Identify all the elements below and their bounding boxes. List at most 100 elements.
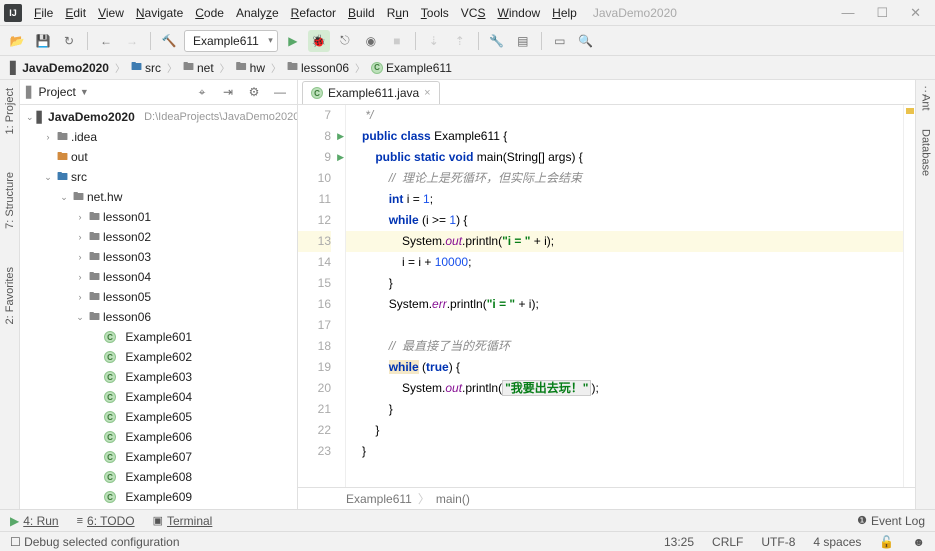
reload-icon[interactable]: ↻	[58, 30, 80, 52]
menu-tools[interactable]: Tools	[415, 4, 455, 22]
tool-project[interactable]: 1: Project	[4, 84, 16, 138]
project-icon: ▋	[26, 86, 34, 99]
tool-ant[interactable]: Ant	[920, 90, 932, 115]
tree-ex608[interactable]: C Example608	[20, 467, 297, 487]
editor-tab-example611[interactable]: C Example611.java ×	[302, 81, 440, 104]
tool-terminal[interactable]: ▣ Terminal	[153, 514, 213, 528]
app-logo: IJ	[4, 4, 22, 22]
tree-lesson01[interactable]: ›🖿lesson01	[20, 207, 297, 227]
tool-favorites[interactable]: 2: Favorites	[4, 263, 16, 328]
maximize-button[interactable]: ☐	[876, 5, 888, 21]
tool-database[interactable]: Database	[920, 125, 932, 180]
status-indent[interactable]: 4 spaces	[813, 535, 861, 549]
tree-ex604[interactable]: C Example604	[20, 387, 297, 407]
bc-lesson06[interactable]: 🖿lesson06	[283, 57, 353, 78]
tool-todo[interactable]: ≡ 6: TODO	[77, 514, 135, 528]
run-icon[interactable]: ▶	[282, 30, 304, 52]
tree-src[interactable]: ⌄🖿src	[20, 167, 297, 187]
project-view-caret[interactable]: ▼	[80, 87, 89, 97]
project-panel: ▋ Project ▼ ⌖ ⇥ ⚙ — ⌄▋JavaDemo2020 D:\Id…	[20, 80, 298, 509]
tree-lesson05[interactable]: ›🖿lesson05	[20, 287, 297, 307]
bc-src[interactable]: 🖿src	[127, 57, 165, 78]
tree-pkg[interactable]: ⌄🖿net.hw	[20, 187, 297, 207]
class-icon: C	[311, 87, 323, 99]
run-anything-icon[interactable]: ▭	[549, 30, 571, 52]
status-caret-pos[interactable]: 13:25	[664, 535, 694, 549]
tree-idea[interactable]: ›🖿.idea	[20, 127, 297, 147]
vcs-update-icon[interactable]: ⇣	[423, 30, 445, 52]
menu-vcs[interactable]: VCS	[455, 4, 492, 22]
settings-icon[interactable]: 🔧	[486, 30, 508, 52]
expand-icon[interactable]: ⇥	[217, 81, 239, 103]
coverage-icon[interactable]: ⎋	[334, 30, 356, 52]
project-panel-title[interactable]: Project	[38, 85, 75, 99]
tool-event-log[interactable]: ❶ Event Log	[857, 514, 925, 528]
vcs-commit-icon[interactable]: ⇡	[449, 30, 471, 52]
bc-class[interactable]: CExample611	[367, 60, 456, 76]
menu-help[interactable]: Help	[546, 4, 583, 22]
error-stripe[interactable]	[903, 105, 915, 487]
tree-ex607[interactable]: C Example607	[20, 447, 297, 467]
project-structure-icon[interactable]: ▤	[512, 30, 534, 52]
close-tab-icon[interactable]: ×	[424, 87, 430, 99]
forward-icon[interactable]: →	[121, 30, 143, 52]
tree-ex603[interactable]: C Example603	[20, 367, 297, 387]
tool-run[interactable]: ▶4: Run	[10, 514, 59, 528]
close-button[interactable]: ✕	[910, 5, 921, 21]
menu-refactor[interactable]: Refactor	[285, 4, 342, 22]
lock-icon[interactable]: 🔓	[879, 535, 894, 549]
save-icon[interactable]: 💾	[32, 30, 54, 52]
menu-window[interactable]: Window	[491, 4, 546, 22]
crumb-class[interactable]: Example611	[346, 492, 412, 506]
menu-code[interactable]: Code	[189, 4, 230, 22]
tree-lesson06[interactable]: ⌄🖿lesson06	[20, 307, 297, 327]
minimize-button[interactable]: —	[841, 5, 854, 21]
tree-out[interactable]: 🖿out	[20, 147, 297, 167]
stop-icon[interactable]: ■	[386, 30, 408, 52]
run-configuration-select[interactable]: Example611	[184, 30, 278, 52]
tree-ex605[interactable]: C Example605	[20, 407, 297, 427]
tree-root[interactable]: ⌄▋JavaDemo2020 D:\IdeaProjects\JavaDemo2…	[20, 107, 297, 127]
hide-panel-icon[interactable]: —	[269, 81, 291, 103]
titlebar: IJ File Edit View Navigate Code Analyze …	[0, 0, 935, 26]
tree-lesson02[interactable]: ›🖿lesson02	[20, 227, 297, 247]
menu-file[interactable]: File	[28, 4, 59, 22]
tool-structure[interactable]: 7: Structure	[4, 168, 16, 233]
tree-ex602[interactable]: C Example602	[20, 347, 297, 367]
bc-net[interactable]: 🖿net	[179, 57, 218, 78]
status-bar: ☐ Debug selected configuration 13:25 CRL…	[0, 531, 935, 551]
hammer-icon[interactable]: 🔨	[158, 30, 180, 52]
menu-run[interactable]: Run	[381, 4, 415, 22]
menu-edit[interactable]: Edit	[59, 4, 92, 22]
tree-ex606[interactable]: C Example606	[20, 427, 297, 447]
code-text[interactable]: */ public class Example611 { public stat…	[346, 105, 903, 487]
back-icon[interactable]: ←	[95, 30, 117, 52]
menu-analyze[interactable]: Analyze	[230, 4, 285, 22]
search-icon[interactable]: 🔍	[575, 30, 597, 52]
open-icon[interactable]: 📂	[6, 30, 28, 52]
crumb-method[interactable]: main()	[436, 492, 470, 506]
gear-icon[interactable]: ⚙	[243, 81, 265, 103]
bc-hw[interactable]: 🖿hw	[232, 57, 269, 78]
code-area[interactable]: 7 8▶ 9▶ 101112 13 141516 171819 20212223…	[298, 105, 915, 487]
bottom-tool-stripe: ▶4: Run ≡ 6: TODO ▣ Terminal ❶ Event Log	[0, 509, 935, 531]
menu-view[interactable]: View	[92, 4, 130, 22]
tree-ex601[interactable]: C Example601	[20, 327, 297, 347]
tree-lesson04[interactable]: ›🖿lesson04	[20, 267, 297, 287]
status-encoding[interactable]: UTF-8	[761, 535, 795, 549]
tree-ex609[interactable]: C Example609	[20, 487, 297, 507]
inspector-icon[interactable]: ☻	[912, 535, 925, 549]
debug-icon[interactable]: 🐞	[308, 30, 330, 52]
status-eol[interactable]: CRLF	[712, 535, 743, 549]
profiler-icon[interactable]: ◉	[360, 30, 382, 52]
bc-project[interactable]: ▋JavaDemo2020	[6, 60, 113, 76]
window-title-project: JavaDemo2020	[593, 6, 677, 20]
project-tree[interactable]: ⌄▋JavaDemo2020 D:\IdeaProjects\JavaDemo2…	[20, 105, 297, 509]
main-toolbar: 📂 💾 ↻ ← → 🔨 Example611 ▶ 🐞 ⎋ ◉ ■ ⇣ ⇡ 🔧 ▤…	[0, 26, 935, 56]
menu-build[interactable]: Build	[342, 4, 381, 22]
locate-icon[interactable]: ⌖	[191, 81, 213, 103]
tree-lesson03[interactable]: ›🖿lesson03	[20, 247, 297, 267]
gutter[interactable]: 7 8▶ 9▶ 101112 13 141516 171819 20212223	[298, 105, 346, 487]
menu-navigate[interactable]: Navigate	[130, 4, 189, 22]
project-panel-header: ▋ Project ▼ ⌖ ⇥ ⚙ —	[20, 80, 297, 105]
